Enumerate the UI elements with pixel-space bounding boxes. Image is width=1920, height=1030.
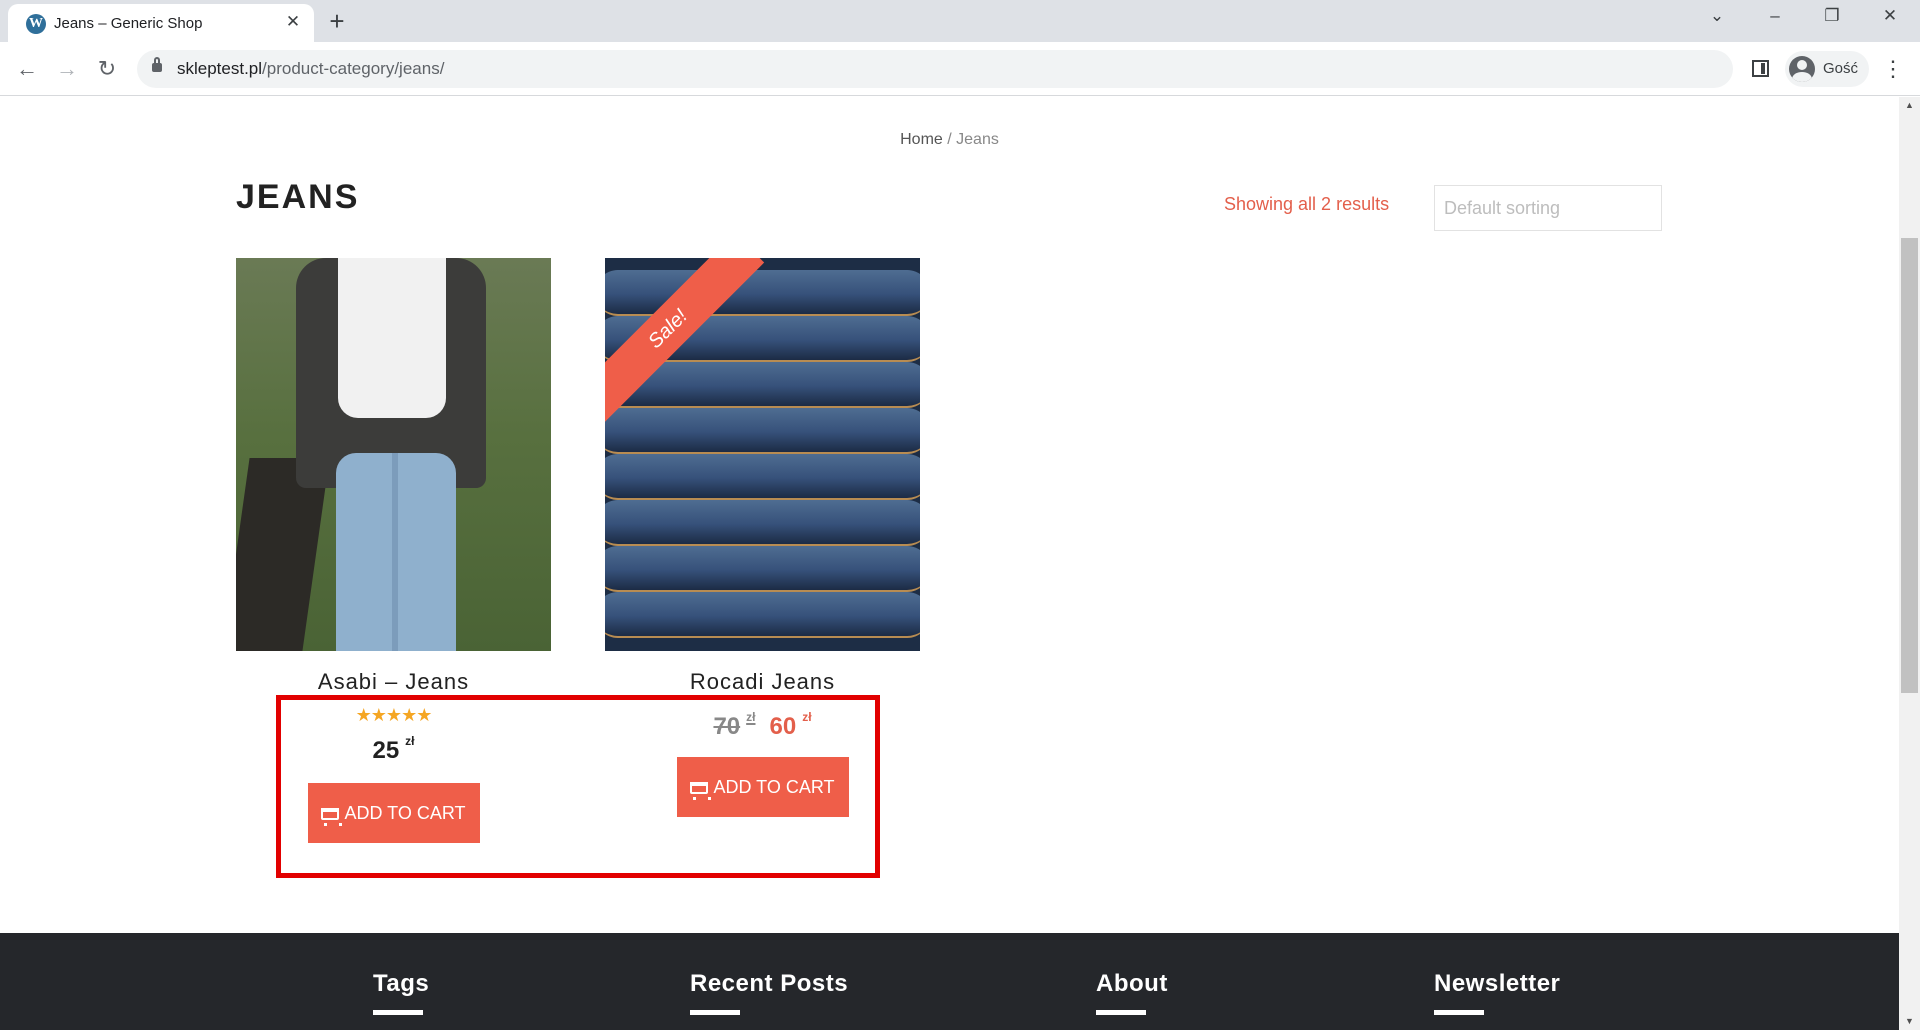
scroll-up-icon[interactable]: ▲ [1899,97,1920,114]
browser-toolbar: ← → ↻ skleptest.pl/product-category/jean… [0,42,1920,96]
minimize-icon[interactable]: – [1755,6,1795,26]
footer-underline [373,1010,423,1015]
highlight-annotation-box [276,695,880,878]
profile-button[interactable]: Gość [1785,51,1869,87]
sort-select[interactable]: Default sorting [1434,185,1662,231]
tab-strip: W Jeans – Generic Shop ✕ + ⌄ – ❐ ✕ [0,0,1920,42]
footer-column-about: About [1096,970,1168,1015]
page-scrollbar[interactable]: ▲ ▼ [1899,97,1920,1030]
scroll-down-icon[interactable]: ▼ [1899,1013,1920,1030]
breadcrumb-separator: / [942,131,957,148]
page-title: JEANS [236,178,360,216]
page-viewport: Home / Jeans JEANS Showing all 2 results… [0,97,1899,1030]
footer-column-recent-posts: Recent Posts [690,970,848,1015]
back-icon[interactable]: ← [12,54,42,84]
plus-icon[interactable]: + [322,6,352,37]
breadcrumb: Home / Jeans [0,131,1899,149]
lock-icon[interactable] [152,57,162,72]
address-bar[interactable]: skleptest.pl/product-category/jeans/ [137,50,1733,88]
footer-column-newsletter: Newsletter [1434,970,1560,1015]
footer-underline [1434,1010,1484,1015]
footer-title: Tags [373,970,430,997]
breadcrumb-home-link[interactable]: Home [900,131,943,148]
forward-icon[interactable]: → [52,54,82,84]
scrollbar-thumb[interactable] [1901,238,1918,693]
product-image[interactable]: Sale! [605,258,920,651]
menu-icon[interactable]: ⋮ [1882,56,1904,82]
profile-label: Gość [1823,60,1859,77]
footer-underline [1096,1010,1146,1015]
breadcrumb-current: Jeans [956,131,999,148]
reload-icon[interactable]: ↻ [92,54,122,84]
result-count: Showing all 2 results [1224,194,1390,214]
close-icon[interactable]: ✕ [282,12,304,32]
footer-title: About [1096,970,1168,997]
chevron-down-icon[interactable]: ⌄ [1697,6,1737,26]
url-text[interactable]: skleptest.pl/product-category/jeans/ [177,59,444,79]
tab-title: Jeans – Generic Shop [54,15,203,32]
footer-column-tags: Tags [373,970,429,1015]
browser-tab[interactable]: W Jeans – Generic Shop ✕ [8,4,314,42]
footer-underline [690,1010,740,1015]
site-footer: Tags Recent Posts About Newsletter [0,933,1899,1030]
side-panel-icon[interactable] [1752,60,1769,77]
profile-icon [1789,56,1815,82]
close-window-icon[interactable]: ✕ [1870,6,1910,26]
product-image[interactable] [236,258,551,651]
restore-icon[interactable]: ❐ [1812,6,1852,26]
footer-title: Newsletter [1434,970,1561,997]
wordpress-icon: W [26,14,46,34]
footer-title: Recent Posts [690,970,849,997]
